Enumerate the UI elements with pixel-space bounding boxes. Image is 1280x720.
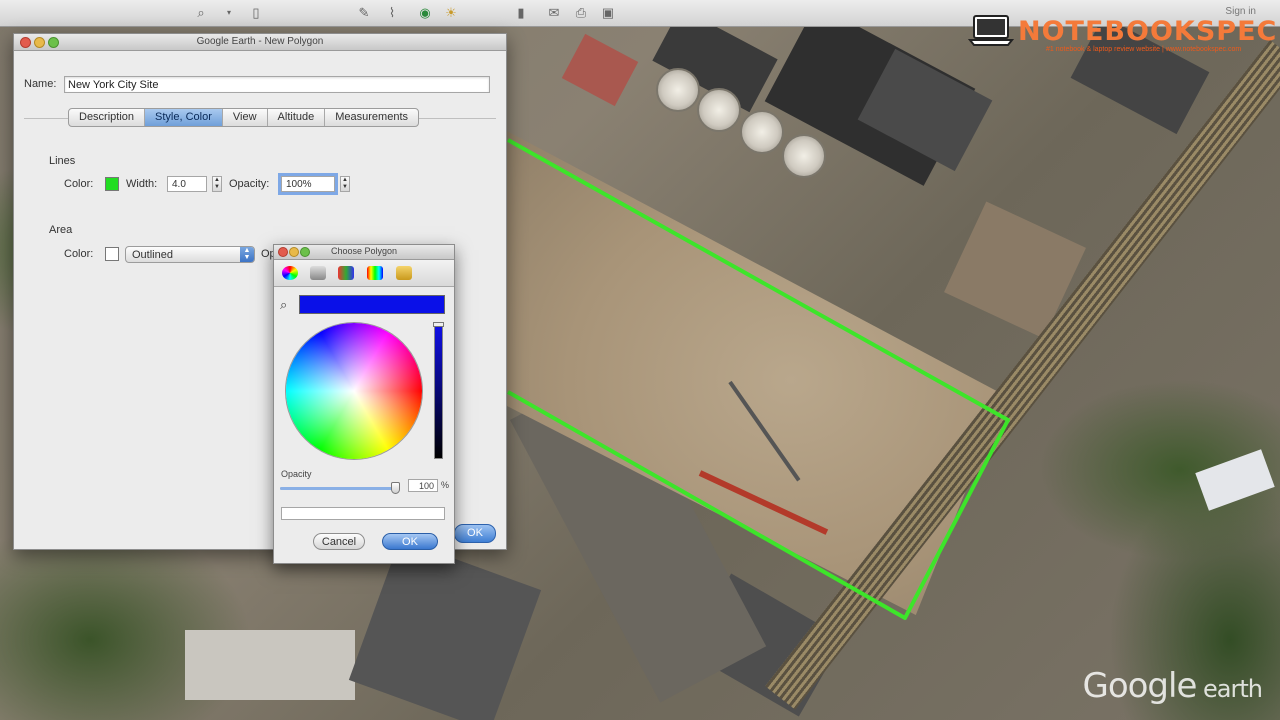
picker-titlebar[interactable]: Choose Polygon xyxy=(274,245,454,260)
spectrum-icon[interactable] xyxy=(367,266,383,280)
watermark-tagline: #1 notebook & laptop review website | ww… xyxy=(1046,46,1242,53)
watermark-brand: NOTEBOOKSPEC xyxy=(1018,16,1278,47)
picker-title: Choose Polygon xyxy=(330,246,398,256)
custom-swatches-tray[interactable] xyxy=(281,507,445,520)
area-heading: Area xyxy=(49,224,73,236)
save-image-icon[interactable]: ▣ xyxy=(600,5,616,21)
print-icon[interactable]: ⎙ xyxy=(573,5,589,21)
color-wheel[interactable] xyxy=(286,323,422,459)
area-color-label: Color: xyxy=(64,248,94,260)
width-stepper[interactable]: ▲ ▼ xyxy=(212,176,222,192)
select-arrows-icon: ▲ ▼ xyxy=(240,247,254,262)
color-wheel-icon[interactable] xyxy=(282,266,298,280)
dialog-title: Google Earth - New Polygon xyxy=(196,36,324,47)
google-earth-logo: Google earth xyxy=(1082,666,1263,706)
lines-heading: Lines xyxy=(49,155,76,167)
percent-sign: % xyxy=(441,480,450,490)
width-label: Width: xyxy=(126,178,158,190)
tab-view[interactable]: View xyxy=(223,109,268,126)
dialog-ok-button[interactable]: OK xyxy=(454,524,496,543)
placemark-icon[interactable]: ✎ xyxy=(355,5,373,21)
picker-opacity-field[interactable]: 100 xyxy=(408,479,438,492)
brightness-knob[interactable] xyxy=(433,322,444,327)
brightness-slider[interactable] xyxy=(433,322,444,459)
picker-opacity-label: Opacity xyxy=(281,469,312,479)
tab-altitude[interactable]: Altitude xyxy=(268,109,326,126)
area-fill-select[interactable]: Outlined ▲ ▼ xyxy=(125,246,255,263)
palettes-icon[interactable] xyxy=(338,266,354,280)
name-label: Name: xyxy=(24,78,57,90)
cancel-button[interactable]: Cancel xyxy=(313,533,365,550)
lines-opacity-field[interactable]: 100% xyxy=(281,176,335,192)
search-icon[interactable]: ⌕ xyxy=(193,5,209,21)
area-fill-value: Outlined xyxy=(132,249,173,261)
dialog-titlebar[interactable]: Google Earth - New Polygon xyxy=(14,34,506,51)
tab-description[interactable]: Description xyxy=(69,109,146,126)
path-icon[interactable]: ⌇ xyxy=(383,5,401,21)
picker-opacity-slider[interactable] xyxy=(280,482,400,494)
current-color-well xyxy=(299,295,445,314)
chevron-down-icon[interactable]: ▾ xyxy=(224,5,234,21)
lines-opacity-label: Opacity: xyxy=(229,178,270,190)
sidebar-icon[interactable]: ▯ xyxy=(248,5,264,21)
magnifier-icon[interactable]: ⌕ xyxy=(280,297,287,313)
sun-icon[interactable]: ☀ xyxy=(443,5,459,21)
area-color-swatch[interactable] xyxy=(105,247,119,261)
tab-style-color[interactable]: Style, Color xyxy=(145,109,223,126)
name-field[interactable]: New York City Site xyxy=(64,76,490,93)
lines-color-swatch[interactable] xyxy=(105,177,119,191)
lines-opacity-stepper[interactable]: ▲ ▼ xyxy=(340,176,350,192)
tab-measurements[interactable]: Measurements xyxy=(325,109,418,126)
opacity-slider-fill xyxy=(280,487,395,490)
globe-icon[interactable]: ◉ xyxy=(417,5,433,21)
sliders-icon[interactable] xyxy=(310,266,326,280)
laptop-icon xyxy=(968,15,1014,46)
picker-mode-toolbar xyxy=(274,260,454,287)
notebookspec-watermark: NOTEBOOKSPEC #1 notebook & laptop review… xyxy=(968,12,1276,56)
tab-bar: Description Style, Color View Altitude M… xyxy=(68,108,420,127)
color-picker-panel: Choose Polygon ⌕ Opacity 100 % Cancel OK xyxy=(273,244,455,564)
ok-button[interactable]: OK xyxy=(382,533,438,550)
lines-color-label: Color: xyxy=(64,178,94,190)
width-field[interactable]: 4.0 xyxy=(167,176,207,192)
email-icon[interactable]: ✉ xyxy=(546,5,562,21)
opacity-slider-thumb[interactable] xyxy=(391,482,400,494)
ruler-icon[interactable]: ▮ xyxy=(516,5,526,21)
crayons-icon[interactable] xyxy=(396,266,412,280)
